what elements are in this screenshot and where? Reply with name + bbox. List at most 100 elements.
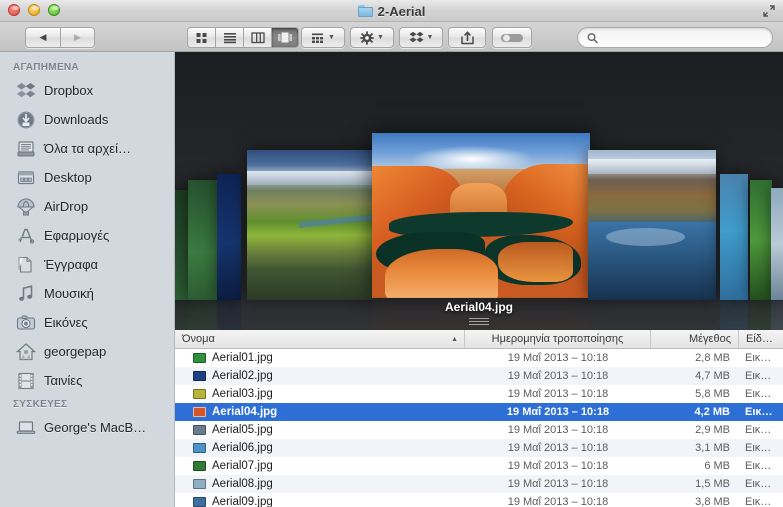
list-view-button[interactable] <box>215 27 243 48</box>
file-date-cell: 19 Μαΐ 2013 – 10:18 <box>507 370 609 382</box>
back-button[interactable]: ◀ <box>25 27 60 48</box>
chevron-down-icon: ▼ <box>377 34 384 41</box>
coverflow-item-aerial05[interactable] <box>588 150 716 300</box>
arrange-button[interactable]: ▼ <box>301 27 345 48</box>
table-row[interactable]: Aerial02.jpg 19 Μαΐ 2013 – 10:18 4,7 MB Εικ… <box>175 367 783 385</box>
dropbox-icon <box>409 31 424 43</box>
file-size-cell: 3,8 MB <box>695 496 730 507</box>
downloads-icon <box>17 111 35 128</box>
file-name-label: Aerial09.jpg <box>212 496 273 507</box>
file-size-cell: 1,5 MB <box>695 478 730 490</box>
file-size-cell: 4,7 MB <box>695 370 730 382</box>
toolbar: ◀ ▶ ▼ ▼ ▼ <box>0 22 783 52</box>
fullscreen-icon[interactable] <box>762 4 776 18</box>
coverflow-item-aerial02[interactable] <box>217 174 241 330</box>
file-date-cell: 19 Μαΐ 2013 – 10:18 <box>507 424 609 436</box>
file-name-cell: Aerial04.jpg <box>175 406 465 418</box>
file-thumbnail-icon <box>193 425 206 435</box>
table-row[interactable]: Aerial05.jpg 19 Μαΐ 2013 – 10:18 2,9 MB Εικ… <box>175 421 783 439</box>
file-size-cell: 5,8 MB <box>695 388 730 400</box>
sidebar-item-label: Desktop <box>44 170 92 185</box>
table-row[interactable]: Aerial09.jpg 19 Μαΐ 2013 – 10:18 3,8 MB Εικ… <box>175 493 783 507</box>
window-title-text: 2-Aerial <box>377 3 426 19</box>
coverflow-item-far-left-1[interactable] <box>188 180 218 330</box>
coverflow-item-aerial03[interactable] <box>247 150 377 300</box>
sidebar-item-desktop[interactable]: Desktop <box>0 163 174 192</box>
forward-arrow-icon: ▶ <box>74 32 81 42</box>
icon-view-button[interactable] <box>187 27 215 48</box>
sort-ascending-icon: ▲ <box>451 335 458 343</box>
coverflow-item-aerial08[interactable] <box>771 188 783 330</box>
table-row[interactable]: Aerial06.jpg 19 Μαΐ 2013 – 10:18 3,1 MB Εικ… <box>175 439 783 457</box>
sidebar-item-downloads[interactable]: Downloads <box>0 105 174 134</box>
chevron-down-icon: ▼ <box>426 34 434 41</box>
forward-button[interactable]: ▶ <box>60 27 95 48</box>
sidebar-item-label: Downloads <box>44 112 109 127</box>
sidebar-item-label: Εφαρμογές <box>44 228 110 243</box>
coverflow-item-aerial07[interactable] <box>750 180 772 330</box>
action-menu-button[interactable]: ▼ <box>350 27 394 48</box>
music-icon <box>19 284 33 301</box>
sidebar: ΑΓΑΠΗΜΕΝΑ Dropbox Downloads Όλα τα αρχεί… <box>0 52 175 507</box>
file-date-cell: 19 Μαΐ 2013 – 10:18 <box>507 352 609 364</box>
table-row[interactable]: Aerial01.jpg 19 Μαΐ 2013 – 10:18 2,8 MB Εικ… <box>175 349 783 367</box>
file-size-cell: 6 MB <box>704 460 730 472</box>
sidebar-item-movies[interactable]: Ταινίες <box>0 366 174 395</box>
coverflow-resize-grip[interactable] <box>469 318 489 325</box>
share-button[interactable] <box>448 27 486 48</box>
sidebar-item-pictures[interactable]: Εικόνες <box>0 308 174 337</box>
file-date-cell: 19 Μαΐ 2013 – 10:18 <box>507 460 609 472</box>
column-header-date[interactable]: Ημερομηνία τροποποίησης <box>465 330 651 348</box>
search-input[interactable] <box>602 31 763 44</box>
file-list-header: Όνομα ▲ Ημερομηνία τροποποίησης Μέγεθος … <box>175 330 783 349</box>
file-name-label: Aerial07.jpg <box>212 460 273 472</box>
table-row[interactable]: Aerial07.jpg 19 Μαΐ 2013 – 10:18 6 MB Εικ… <box>175 457 783 475</box>
file-name-label: Aerial08.jpg <box>212 478 273 490</box>
coverflow-view-button[interactable] <box>271 27 299 48</box>
sidebar-section-favorites-header: ΑΓΑΠΗΜΕΝΑ <box>13 62 79 73</box>
column-view-button[interactable] <box>243 27 271 48</box>
table-row[interactable]: Aerial04.jpg 19 Μαΐ 2013 – 10:18 4,2 MB Εικ… <box>175 403 783 421</box>
column-header-size[interactable]: Μέγεθος <box>651 330 739 348</box>
coverflow-stage <box>175 52 783 330</box>
dropbox-icon <box>16 82 36 97</box>
sidebar-item-applications[interactable]: Εφαρμογές <box>0 221 174 250</box>
column-header-date-label: Ημερομηνία τροποποίησης <box>491 333 624 345</box>
view-mode-group <box>187 27 299 48</box>
pictures-icon <box>16 315 36 330</box>
coverflow-item-aerial06[interactable] <box>720 174 748 330</box>
file-name-label: Aerial04.jpg <box>212 406 278 418</box>
search-field[interactable] <box>577 27 773 48</box>
file-size-cell: 2,8 MB <box>695 352 730 364</box>
column-header-name[interactable]: Όνομα ▲ <box>175 330 465 348</box>
file-name-cell: Aerial01.jpg <box>175 352 465 364</box>
sidebar-item-label: Εικόνες <box>44 315 88 330</box>
tag-toggle <box>501 33 523 42</box>
table-row[interactable]: Aerial08.jpg 19 Μαΐ 2013 – 10:18 1,5 MB Εικ… <box>175 475 783 493</box>
file-date-cell: 19 Μαΐ 2013 – 10:18 <box>507 442 609 454</box>
sidebar-item-macbook[interactable]: George's MacB… <box>0 413 174 442</box>
tag-toggle-button[interactable] <box>492 27 532 48</box>
sidebar-item-music[interactable]: Μουσική <box>0 279 174 308</box>
sidebar-item-airdrop[interactable]: AirDrop <box>0 192 174 221</box>
file-name-cell: Aerial08.jpg <box>175 478 465 490</box>
column-header-name-label: Όνομα <box>182 333 215 345</box>
dropbox-menu-button[interactable]: ▼ <box>399 27 443 48</box>
coverflow-pane[interactable]: Aerial04.jpg <box>175 52 783 330</box>
column-header-kind[interactable]: Είδ… <box>739 330 783 348</box>
column-header-size-label: Μέγεθος <box>688 333 731 345</box>
file-thumbnail-icon <box>193 497 206 507</box>
sidebar-item-home[interactable]: georgepap <box>0 337 174 366</box>
sidebar-item-label: George's MacB… <box>44 420 147 435</box>
documents-icon <box>18 256 32 273</box>
file-list-pane: Όνομα ▲ Ημερομηνία τροποποίησης Μέγεθος … <box>175 330 783 507</box>
coverflow-selected-label: Aerial04.jpg <box>444 300 514 314</box>
table-row[interactable]: Aerial03.jpg 19 Μαΐ 2013 – 10:18 5,8 MB Εικ… <box>175 385 783 403</box>
desktop-icon <box>17 170 35 184</box>
sidebar-item-all-files[interactable]: Όλα τα αρχεί… <box>0 134 174 163</box>
sidebar-item-dropbox[interactable]: Dropbox <box>0 76 174 105</box>
file-name-label: Aerial02.jpg <box>212 370 273 382</box>
file-kind-cell: Εικ… <box>745 496 772 507</box>
sidebar-item-documents[interactable]: Έγγραφα <box>0 250 174 279</box>
coverflow-item-aerial04-selected[interactable] <box>372 133 590 330</box>
